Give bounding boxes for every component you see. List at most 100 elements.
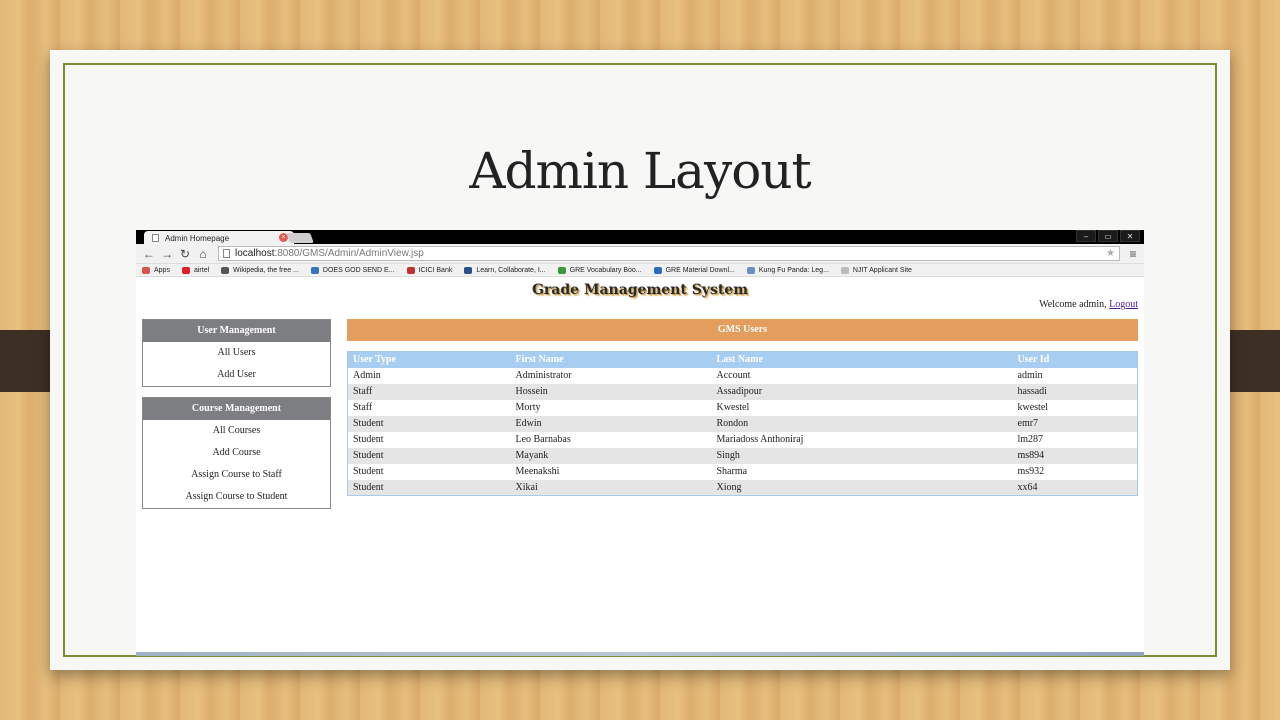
table-cell: Sharma: [716, 466, 748, 477]
address-bar[interactable]: localhost:8080/GMS/Admin/AdminView.jsp ★: [218, 246, 1120, 261]
bookmark-item[interactable]: ICICI Bank: [406, 266, 452, 274]
user-management-heading: User Management: [143, 320, 330, 342]
table-cell: Student: [347, 447, 511, 464]
site-icon: [464, 266, 473, 274]
course-management-panel: Course Management All Courses Add Course…: [142, 397, 331, 509]
table-row: Admin Administrator Account admin: [348, 368, 1138, 384]
minimize-button[interactable]: –: [1076, 230, 1096, 242]
table-cell: Morty: [515, 402, 541, 413]
bookmark-item[interactable]: GRE Material Downl...: [653, 266, 735, 274]
app-title: Grade Management System: [531, 282, 749, 298]
column-header: User Type: [347, 351, 511, 368]
browser-tab-title: Admin Homepage: [165, 233, 230, 243]
table-cell: kwestel: [1017, 402, 1049, 413]
url-path: :8080/GMS/Admin/AdminView.jsp: [274, 248, 424, 259]
wikipedia-icon: [221, 266, 230, 274]
icici-icon: [406, 266, 415, 274]
os-taskbar: [136, 652, 1144, 656]
table-cell: Student: [353, 434, 384, 445]
table-row: Staff Hossein Assadipour hassadi: [347, 383, 1138, 400]
bookmark-item[interactable]: Kung Fu Panda: Leg...: [746, 266, 829, 274]
table-row: Student Mayank Singh ms894: [347, 447, 1138, 464]
restore-button[interactable]: ▭: [1098, 230, 1118, 242]
bookmark-item[interactable]: DOES GOD SEND E...: [310, 266, 395, 274]
table-cell: Meenakshi: [515, 466, 560, 477]
bookmark-star-icon[interactable]: ★: [1106, 247, 1115, 260]
table-cell: Student: [353, 466, 384, 477]
add-course-link[interactable]: Add Course: [143, 442, 330, 464]
column-header: User Id: [1012, 351, 1138, 368]
logout-link[interactable]: Logout: [1109, 299, 1138, 310]
forward-arrow-icon[interactable]: →: [158, 247, 176, 261]
table-cell: Assadipour: [711, 383, 1013, 400]
table-cell: Leo Barnabas: [515, 434, 571, 445]
table-cell: Rondon: [711, 415, 1013, 432]
menu-icon[interactable]: ≡: [1126, 247, 1140, 261]
close-window-button[interactable]: ✕: [1120, 230, 1140, 242]
browser-tab[interactable]: Admin Homepage ×: [144, 231, 294, 245]
table-cell: ms932: [1017, 466, 1045, 477]
browser-tab-bar: Admin Homepage × – ▭ ✕: [136, 230, 1144, 245]
bookmark-item[interactable]: Apps: [142, 266, 170, 274]
table-cell: Staff: [347, 383, 511, 400]
table-cell: Student: [347, 479, 511, 496]
url-host: localhost: [235, 248, 275, 259]
course-management-heading: Course Management: [143, 398, 330, 420]
table-cell: Edwin: [510, 415, 712, 432]
table-cell: Xikai: [510, 479, 712, 496]
new-tab-button[interactable]: [286, 233, 314, 243]
table-header-row: User Type First Name Last Name User Id: [347, 351, 1138, 368]
page-icon: [223, 249, 230, 258]
table-cell: lm287: [1017, 434, 1044, 445]
table-cell: Mayank: [510, 447, 712, 464]
all-users-link[interactable]: All Users: [143, 342, 330, 364]
all-courses-link[interactable]: All Courses: [143, 420, 330, 442]
browser-nav-bar: ← → ↻ ⌂ localhost:8080/GMS/Admin/AdminVi…: [136, 244, 1144, 264]
table-cell: ms894: [1012, 447, 1138, 464]
table-cell: Account: [716, 370, 751, 381]
site-icon: [557, 266, 566, 274]
bookmarks-bar: Apps airtel Wikipedia, the free ... DOES…: [136, 264, 1144, 277]
bookmark-item[interactable]: Learn, Collaborate, I...: [464, 266, 546, 274]
column-header: Last Name: [711, 351, 1013, 368]
table-cell: Hossein: [510, 383, 712, 400]
slide-title: Admin Layout: [469, 142, 811, 200]
back-arrow-icon[interactable]: ←: [140, 247, 158, 261]
home-icon[interactable]: ⌂: [194, 247, 212, 261]
bookmark-item[interactable]: NJIT Applicant Site: [840, 266, 912, 274]
table-cell: admin: [1017, 370, 1043, 381]
bookmark-item[interactable]: Wikipedia, the free ...: [221, 266, 299, 274]
assign-course-to-staff-link[interactable]: Assign Course to Staff: [143, 464, 330, 486]
page-icon: [840, 266, 849, 274]
apps-icon: [142, 266, 150, 274]
bookmark-item[interactable]: airtel: [181, 266, 209, 274]
welcome-line: Welcome admin, Logout: [1039, 299, 1138, 310]
table-cell: Administrator: [515, 370, 572, 381]
table-cell: Mariadoss Anthoniraj: [716, 434, 804, 445]
assign-course-to-student-link[interactable]: Assign Course to Student: [143, 486, 330, 508]
column-header: First Name: [510, 351, 712, 368]
reload-icon[interactable]: ↻: [176, 247, 194, 261]
window-controls: – ▭ ✕: [1076, 230, 1140, 242]
gms-users-heading: GMS Users: [347, 319, 1138, 341]
table-cell: Kwestel: [716, 402, 750, 413]
table-row: Staff Morty Kwestel kwestel: [348, 400, 1138, 416]
bookmark-item[interactable]: GRE Vocabulary Boo...: [557, 266, 642, 274]
table-cell: Student: [347, 415, 511, 432]
table-cell: hassadi: [1012, 383, 1138, 400]
site-icon: [746, 266, 755, 274]
site-icon: [653, 266, 662, 274]
page-icon: [152, 234, 159, 242]
airtel-icon: [181, 266, 190, 274]
table-cell: xx64: [1012, 479, 1138, 496]
table-row: Student Meenakshi Sharma ms932: [348, 464, 1138, 480]
table-row: Student Leo Barnabas Mariadoss Anthonira…: [348, 432, 1138, 448]
table-row: Student Edwin Rondon emr7: [347, 415, 1138, 432]
table-cell: Xiong: [711, 479, 1013, 496]
add-user-link[interactable]: Add User: [143, 364, 330, 386]
user-management-panel: User Management All Users Add User: [142, 319, 331, 387]
web-page: Grade Management System Welcome admin, L…: [136, 277, 1144, 636]
welcome-text: Welcome admin,: [1039, 299, 1107, 310]
users-table: User Type First Name Last Name User Id A…: [347, 351, 1138, 496]
wordpress-icon: [310, 266, 319, 274]
